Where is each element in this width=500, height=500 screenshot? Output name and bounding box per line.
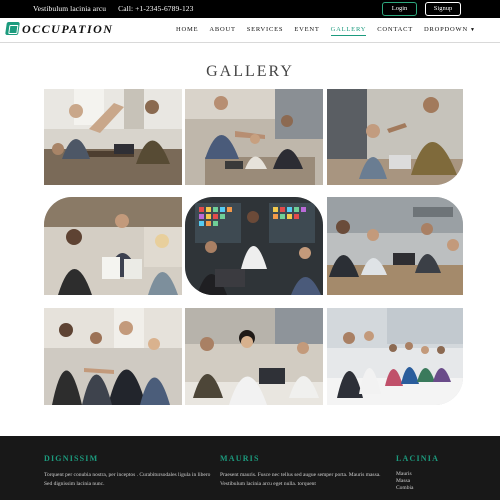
footer-link[interactable]: Massa (396, 478, 486, 485)
gallery-photo[interactable] (44, 89, 182, 185)
gallery-photo-image (327, 308, 463, 405)
main-nav: HOME ABOUT SERVICES EVENT GALLERY CONTAC… (176, 26, 487, 36)
gallery-photo-image (44, 197, 182, 295)
gallery-photo[interactable] (44, 197, 182, 295)
gallery-photo[interactable] (327, 308, 463, 405)
signup-button[interactable]: Signup (425, 2, 461, 16)
gallery-photo[interactable] (327, 89, 463, 185)
footer-text: Praesent mauris. Fusce nec tellus sed au… (220, 472, 381, 487)
gallery-photo-image (185, 197, 323, 295)
footer-column-lacinia: LACINIA Mauris Massa Combia (396, 454, 486, 492)
nav-services[interactable]: SERVICES (247, 26, 284, 36)
footer-text: Torquent per conubia nostra, per incepto… (44, 472, 211, 487)
nav-about[interactable]: ABOUT (209, 26, 235, 36)
gallery-photo[interactable] (44, 308, 182, 405)
footer-heading: LACINIA (396, 454, 440, 463)
nav-event[interactable]: EVENT (294, 26, 319, 36)
gallery-photo-image (327, 89, 463, 185)
gallery-photo[interactable] (185, 89, 323, 185)
top-bar: Vestibulum lacinia arcu Call: +1-2345-67… (0, 0, 500, 18)
footer-link-list: Mauris Massa Combia (396, 471, 486, 492)
footer-heading: MAURIS (220, 454, 260, 463)
gallery-photo[interactable] (185, 197, 323, 295)
navbar: OCCUPATION HOME ABOUT SERVICES EVENT GAL… (0, 18, 500, 43)
footer-heading: DIGNISSIM (44, 454, 99, 463)
gallery-title: GALLERY (206, 63, 294, 80)
footer: DIGNISSIM Torquent per conubia nostra, p… (0, 436, 500, 500)
nav-contact[interactable]: CONTACT (377, 26, 413, 36)
footer-column-mauris: MAURIS Praesent mauris. Fusce nec tellus… (220, 454, 390, 489)
footer-link[interactable]: Mauris (396, 471, 486, 478)
gallery-photo-image (185, 89, 323, 185)
gallery-photo-image (44, 308, 182, 405)
footer-link[interactable]: Combia (396, 485, 486, 492)
contact-info: Vestibulum lacinia arcu Call: +1-2345-67… (33, 4, 204, 13)
gallery-photo[interactable] (185, 308, 323, 405)
gallery-photo-image (327, 197, 463, 295)
brand-logo[interactable]: OCCUPATION (22, 22, 113, 37)
logo-icon[interactable] (5, 22, 20, 35)
login-button[interactable]: Login (382, 2, 417, 16)
nav-dropdown[interactable]: DROPDOWN ▼ (424, 26, 476, 36)
gallery-photo[interactable] (327, 197, 463, 295)
tagline: Vestibulum lacinia arcu (33, 4, 107, 13)
gallery-photo-image (185, 308, 323, 405)
nav-gallery[interactable]: GALLERY (330, 26, 367, 36)
nav-dropdown-label: DROPDOWN (424, 26, 468, 33)
footer-column-dignissim: DIGNISSIM Torquent per conubia nostra, p… (44, 454, 219, 489)
chevron-down-icon: ▼ (469, 28, 476, 33)
gallery-photo-image (44, 89, 182, 185)
nav-home[interactable]: HOME (176, 26, 198, 36)
phone-number: Call: +1-2345-6789-123 (118, 4, 194, 13)
